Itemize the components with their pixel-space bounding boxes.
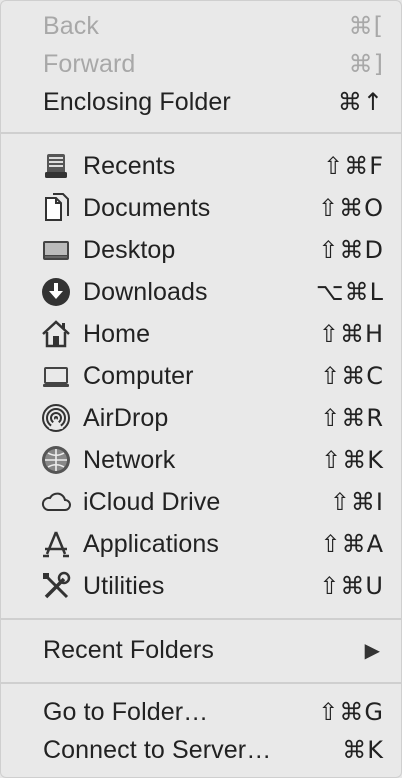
menu-item-shortcut: ⇧⌘I <box>329 488 384 516</box>
menu-item-shortcut: ⌥⌘L <box>315 278 384 306</box>
menu-item-shortcut: ⇧⌘H <box>318 320 384 348</box>
home-icon <box>40 318 72 350</box>
go-menu: Back ⌘[ Forward ⌘] Enclosing Folder ⌘↑ R… <box>0 0 402 778</box>
menu-item-connect-to-server[interactable]: Connect to Server… ⌘K <box>0 730 402 770</box>
menu-item-forward[interactable]: Forward ⌘] <box>0 44 402 84</box>
submenu-arrow-icon: ▶ <box>364 639 380 662</box>
menu-item-label: Back <box>43 11 99 40</box>
menu-item-shortcut: ⇧⌘O <box>318 194 384 222</box>
menu-item-label: Go to Folder… <box>43 697 209 726</box>
menu-item-label: Utilities <box>83 571 165 600</box>
menu-item-shortcut: ⇧⌘K <box>321 446 384 474</box>
menu-item-icloud-drive[interactable]: iCloud Drive ⇧⌘I <box>0 482 402 522</box>
menu-item-shortcut: ⌘↑ <box>337 88 384 116</box>
menu-item-network[interactable]: Network ⇧⌘K <box>0 440 402 480</box>
menu-item-label: AirDrop <box>83 403 169 432</box>
menu-item-shortcut: ⌘[ <box>348 12 384 40</box>
menu-item-label: Computer <box>83 361 194 390</box>
desktop-icon <box>40 234 72 266</box>
menu-item-shortcut: ⇧⌘D <box>318 236 384 264</box>
menu-item-go-to-folder[interactable]: Go to Folder… ⇧⌘G <box>0 692 402 732</box>
computer-icon <box>40 360 72 392</box>
downloads-icon <box>40 276 72 308</box>
airdrop-icon <box>40 402 72 434</box>
menu-item-shortcut: ⇧⌘A <box>320 530 384 558</box>
menu-item-label: Documents <box>83 193 211 222</box>
menu-item-enclosing-folder[interactable]: Enclosing Folder ⌘↑ <box>0 82 402 122</box>
menu-item-home[interactable]: Home ⇧⌘H <box>0 314 402 354</box>
applications-icon <box>40 528 72 560</box>
menu-item-shortcut: ⇧⌘U <box>319 572 384 600</box>
menu-item-label: iCloud Drive <box>83 487 221 516</box>
menu-item-label: Recent Folders <box>43 635 214 664</box>
network-icon <box>40 444 72 476</box>
menu-item-label: Enclosing Folder <box>43 87 231 116</box>
menu-item-desktop[interactable]: Desktop ⇧⌘D <box>0 230 402 270</box>
menu-item-shortcut: ⇧⌘G <box>318 698 384 726</box>
menu-item-label: Network <box>83 445 176 474</box>
menu-item-label: Downloads <box>83 277 208 306</box>
menu-item-documents[interactable]: Documents ⇧⌘O <box>0 188 402 228</box>
menu-item-label: Forward <box>43 49 136 78</box>
utilities-icon <box>40 570 72 602</box>
menu-item-utilities[interactable]: Utilities ⇧⌘U <box>0 566 402 606</box>
menu-item-downloads[interactable]: Downloads ⌥⌘L <box>0 272 402 312</box>
menu-item-shortcut: ⇧⌘R <box>320 404 384 432</box>
menu-item-shortcut: ⌘K <box>342 736 384 764</box>
menu-item-label: Desktop <box>83 235 176 264</box>
menu-item-recents[interactable]: Recents ⇧⌘F <box>0 146 402 186</box>
menu-item-computer[interactable]: Computer ⇧⌘C <box>0 356 402 396</box>
icloud-icon <box>40 486 72 518</box>
menu-item-label: Recents <box>83 151 176 180</box>
menu-item-label: Applications <box>83 529 220 558</box>
recents-icon <box>40 150 72 182</box>
menu-item-applications[interactable]: Applications ⇧⌘A <box>0 524 402 564</box>
menu-item-shortcut: ⌘] <box>348 50 384 78</box>
menu-separator <box>0 132 402 134</box>
menu-item-shortcut: ⇧⌘C <box>320 362 384 390</box>
menu-item-back[interactable]: Back ⌘[ <box>0 6 402 46</box>
menu-separator <box>0 618 402 620</box>
menu-item-recent-folders[interactable]: Recent Folders ▶ <box>0 630 402 670</box>
menu-separator <box>0 682 402 684</box>
documents-icon <box>40 192 72 224</box>
menu-item-airdrop[interactable]: AirDrop ⇧⌘R <box>0 398 402 438</box>
menu-item-label: Home <box>83 319 151 348</box>
menu-item-label: Connect to Server… <box>43 735 272 764</box>
menu-item-shortcut: ⇧⌘F <box>323 152 384 180</box>
